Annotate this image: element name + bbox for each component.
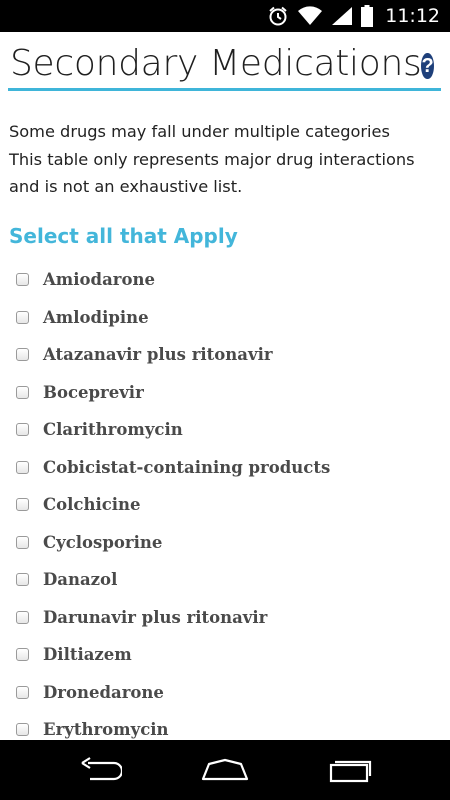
medication-checkbox[interactable] bbox=[16, 310, 29, 324]
medication-checkbox[interactable] bbox=[16, 348, 29, 362]
page-header: Secondary Medications ? bbox=[10, 38, 440, 88]
medication-checkbox[interactable] bbox=[16, 648, 29, 662]
back-icon[interactable] bbox=[70, 752, 130, 788]
description: Some drugs may fall under multiple categ… bbox=[9, 118, 439, 201]
medication-label[interactable]: Erythromycin bbox=[43, 720, 169, 739]
medication-item[interactable]: Darunavir plus ritonavir bbox=[16, 599, 436, 637]
medication-checkbox[interactable] bbox=[16, 723, 29, 737]
medication-item[interactable]: Cyclosporine bbox=[16, 524, 436, 562]
medication-item[interactable]: Amiodarone bbox=[16, 261, 436, 299]
signal-icon bbox=[331, 6, 353, 26]
medication-label[interactable]: Danazol bbox=[43, 570, 117, 589]
medication-item[interactable]: Dronedarone bbox=[16, 674, 436, 712]
medication-label[interactable]: Colchicine bbox=[43, 495, 141, 514]
medication-item[interactable]: Cobicistat-containing products bbox=[16, 449, 436, 487]
status-bar: 11:12 bbox=[0, 0, 450, 32]
medication-item[interactable]: Colchicine bbox=[16, 486, 436, 524]
medication-label[interactable]: Amlodipine bbox=[43, 308, 149, 327]
page-title: Secondary Medications bbox=[10, 42, 422, 84]
medication-item[interactable]: Boceprevir bbox=[16, 374, 436, 412]
medication-label[interactable]: Dronedarone bbox=[43, 683, 164, 702]
medication-checkbox[interactable] bbox=[16, 273, 29, 287]
alarm-icon bbox=[267, 5, 289, 27]
medication-label[interactable]: Boceprevir bbox=[43, 383, 144, 402]
medication-checkbox[interactable] bbox=[16, 610, 29, 624]
medication-checkbox[interactable] bbox=[16, 460, 29, 474]
medication-checkbox[interactable] bbox=[16, 535, 29, 549]
recent-apps-icon[interactable] bbox=[320, 752, 380, 788]
medication-item[interactable]: Atazanavir plus ritonavir bbox=[16, 336, 436, 374]
title-divider bbox=[8, 88, 441, 91]
help-icon[interactable]: ? bbox=[421, 53, 434, 79]
battery-icon bbox=[361, 5, 374, 27]
medication-checkbox[interactable] bbox=[16, 573, 29, 587]
medication-checkbox[interactable] bbox=[16, 385, 29, 399]
medication-label[interactable]: Atazanavir plus ritonavir bbox=[43, 345, 273, 364]
status-time: 11:12 bbox=[385, 5, 440, 27]
medication-label[interactable]: Darunavir plus ritonavir bbox=[43, 608, 267, 627]
medication-label[interactable]: Cobicistat-containing products bbox=[43, 458, 330, 477]
medication-checkbox[interactable] bbox=[16, 685, 29, 699]
medication-label[interactable]: Cyclosporine bbox=[43, 533, 162, 552]
medication-item[interactable]: Diltiazem bbox=[16, 636, 436, 674]
medication-label[interactable]: Amiodarone bbox=[43, 270, 155, 289]
medication-checklist: Amiodarone Amlodipine Atazanavir plus ri… bbox=[16, 261, 436, 749]
medication-checkbox[interactable] bbox=[16, 423, 29, 437]
medication-checkbox[interactable] bbox=[16, 498, 29, 512]
medication-label[interactable]: Diltiazem bbox=[43, 645, 132, 664]
description-line: and is not an exhaustive list. bbox=[9, 177, 243, 196]
description-line: Some drugs may fall under multiple categ… bbox=[9, 122, 390, 141]
description-line: This table only represents major drug in… bbox=[9, 149, 415, 169]
navigation-bar bbox=[0, 740, 450, 800]
medication-item[interactable]: Danazol bbox=[16, 561, 436, 599]
wifi-icon bbox=[297, 6, 323, 26]
medication-label[interactable]: Clarithromycin bbox=[43, 420, 183, 439]
home-icon[interactable] bbox=[195, 752, 255, 788]
medication-item[interactable]: Clarithromycin bbox=[16, 411, 436, 449]
select-all-heading: Select all that Apply bbox=[9, 224, 238, 248]
medication-item[interactable]: Amlodipine bbox=[16, 299, 436, 337]
